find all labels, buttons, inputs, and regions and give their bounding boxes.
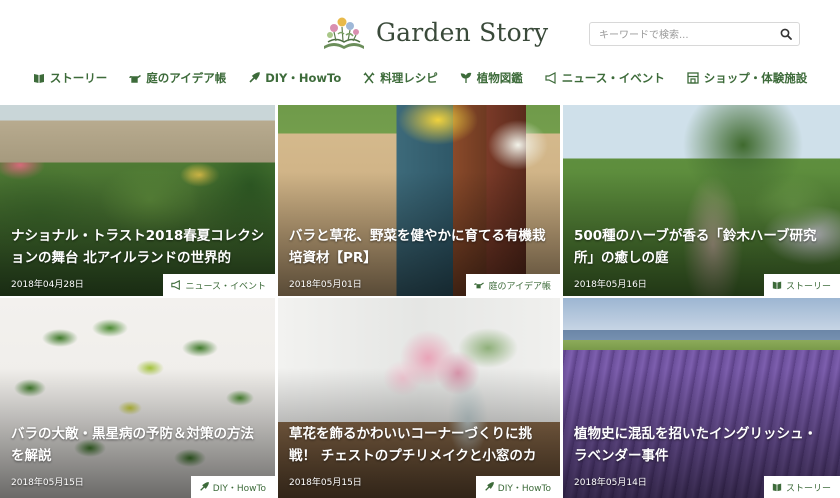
- megaphone-icon: [545, 72, 556, 84]
- book-icon: [33, 74, 44, 83]
- article-card[interactable]: ナショナル・トラスト2018春夏コレクションの舞台 北アイルランドの世界的 20…: [0, 105, 275, 296]
- nav-label: 植物図鑑: [476, 71, 523, 85]
- article-title: 植物史に混乱を招いたイングリッシュ・ラベンダー事件: [574, 426, 817, 464]
- category-badge[interactable]: ニュース・イベント: [163, 274, 275, 296]
- article-card[interactable]: 植物史に混乱を招いたイングリッシュ・ラベンダー事件 2018年05月14日 スト…: [563, 298, 840, 498]
- search-box: [589, 22, 800, 47]
- article-card[interactable]: バラと草花、野菜を健やかに育てる有機栽培資材【PR】 2018年05月01日 庭…: [278, 105, 560, 296]
- image-overlay: [278, 298, 560, 498]
- nav-item-shops[interactable]: ショップ・体験施設: [687, 70, 808, 86]
- site-logo[interactable]: Garden Story: [320, 12, 548, 52]
- category-label: ニュース・イベント: [185, 281, 266, 292]
- category-badge[interactable]: DIY・HowTo: [190, 476, 275, 498]
- category-badge[interactable]: 庭のアイデア帳: [466, 274, 560, 296]
- nav-label: 料理レシピ: [380, 71, 438, 85]
- watering-can-icon: [129, 74, 142, 83]
- article-title: バラと草花、野菜を健やかに育てる有機栽培資材【PR】: [289, 228, 546, 266]
- site-header: Garden Story ストーリー 庭のアイデア帳 DIY・HowTo 料理レ…: [0, 0, 840, 104]
- article-card[interactable]: 500種のハーブが香る「鈴木ハーブ研究所」の癒しの庭 2018年05月16日 ス…: [563, 105, 840, 296]
- article-title: ナショナル・トラスト2018春夏コレクションの舞台 北アイルランドの世界的: [11, 228, 265, 266]
- category-label: ストーリー: [785, 483, 831, 494]
- book-icon: [772, 281, 782, 290]
- article-title: バラの大敵・黒星病の予防＆対策の方法を解説: [11, 426, 254, 464]
- search-input[interactable]: [590, 24, 770, 47]
- nav-item-recipes[interactable]: 料理レシピ: [363, 70, 438, 86]
- article-date: 2018年05月14日: [574, 478, 647, 488]
- article-date: 2018年05月15日: [289, 478, 362, 488]
- nav-label: ショップ・体験施設: [703, 71, 808, 85]
- image-overlay: [563, 298, 840, 498]
- category-label: ストーリー: [785, 281, 831, 292]
- article-title: 草花を飾るかわいいコーナーづくりに挑戦！ チェストのプチリメイクと小窓のカ: [289, 426, 537, 464]
- article-title: 500種のハーブが香る「鈴木ハーブ研究所」の癒しの庭: [574, 228, 817, 266]
- logo-text: Garden Story: [376, 17, 549, 47]
- image-overlay: [0, 298, 275, 498]
- nav-label: 庭のアイデア帳: [146, 71, 227, 85]
- book-icon: [772, 483, 782, 492]
- article-date: 2018年04月28日: [11, 280, 84, 290]
- trowel-icon: [484, 482, 494, 491]
- nav-item-plant-encyclopedia[interactable]: 植物図鑑: [460, 70, 523, 86]
- trowel-icon: [199, 482, 209, 491]
- nav-item-diy[interactable]: DIY・HowTo: [248, 70, 341, 86]
- main-nav: ストーリー 庭のアイデア帳 DIY・HowTo 料理レシピ 植物図鑑 ニュース・…: [0, 70, 840, 86]
- article-card[interactable]: 草花を飾るかわいいコーナーづくりに挑戦！ チェストのプチリメイクと小窓のカ 20…: [278, 298, 560, 498]
- nav-label: ニュース・イベント: [561, 71, 665, 85]
- watering-can-icon: [474, 282, 485, 289]
- article-grid: ナショナル・トラスト2018春夏コレクションの舞台 北アイルランドの世界的 20…: [0, 105, 840, 498]
- category-badge[interactable]: DIY・HowTo: [475, 476, 560, 498]
- category-label: DIY・HowTo: [212, 483, 266, 494]
- article-card[interactable]: バラの大敵・黒星病の予防＆対策の方法を解説 2018年05月15日 DIY・Ho…: [0, 298, 275, 498]
- category-badge[interactable]: ストーリー: [763, 476, 840, 498]
- article-date: 2018年05月15日: [11, 478, 84, 488]
- article-date: 2018年05月16日: [574, 280, 647, 290]
- megaphone-icon: [171, 280, 181, 290]
- nav-item-news-events[interactable]: ニュース・イベント: [545, 70, 665, 86]
- shop-icon: [687, 72, 699, 84]
- category-badge[interactable]: ストーリー: [763, 274, 840, 296]
- nav-label: ストーリー: [49, 71, 108, 85]
- nav-item-story[interactable]: ストーリー: [33, 70, 108, 86]
- logo-book-flowers-icon: [324, 17, 364, 49]
- utensils-icon: [363, 72, 375, 84]
- sprout-icon: [460, 72, 472, 83]
- nav-item-garden-ideas[interactable]: 庭のアイデア帳: [129, 70, 226, 86]
- category-label: DIY・HowTo: [497, 483, 551, 494]
- nav-label: DIY・HowTo: [265, 71, 342, 85]
- trowel-icon: [249, 72, 261, 83]
- category-label: 庭のアイデア帳: [488, 281, 551, 292]
- article-date: 2018年05月01日: [289, 280, 362, 290]
- search-icon[interactable]: [780, 28, 792, 40]
